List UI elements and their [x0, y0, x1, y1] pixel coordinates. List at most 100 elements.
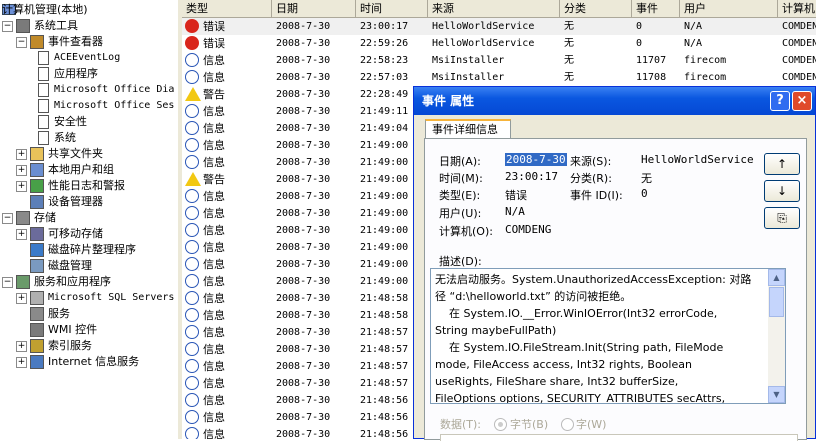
- column-header[interactable]: 分类: [560, 0, 632, 18]
- scroll-thumb[interactable]: [769, 287, 784, 317]
- expand-icon[interactable]: +: [16, 293, 27, 304]
- tree-item[interactable]: − 系统工具: [0, 18, 178, 34]
- tree-item[interactable]: 应用程序: [0, 66, 178, 82]
- cell-date: 2008-7-30: [276, 412, 331, 423]
- tree-root-label: 计算机管理(本地): [2, 3, 88, 16]
- tree-item[interactable]: + 本地用户和组: [0, 162, 178, 178]
- table-row[interactable]: 信息 2008-7-30 22:57:03 MsiInstaller 无 11708 fir…: [182, 69, 816, 86]
- tree-item[interactable]: Microsoft Office Dia: [0, 82, 178, 98]
- console-tree[interactable]: 计算机管理(本地) − 系统工具 − 事件查看器 ACEEventLog 应用程序 Micr…: [0, 0, 179, 439]
- tree-item[interactable]: 安全性: [0, 114, 178, 130]
- copy-button[interactable]: ⎘: [764, 207, 800, 229]
- tree-item[interactable]: + Internet 信息服务: [0, 354, 178, 370]
- tree-item[interactable]: 设备管理器: [0, 194, 178, 210]
- tree-item[interactable]: ACEEventLog: [0, 50, 178, 66]
- tree-item[interactable]: Microsoft Office Ses: [0, 98, 178, 114]
- time-value: 23:00:17: [505, 170, 558, 183]
- cell-date: 2008-7-30: [276, 259, 331, 270]
- cell-type: 信息: [203, 139, 225, 152]
- column-header[interactable]: 用户: [680, 0, 778, 18]
- info-icon: [185, 206, 199, 220]
- expand-icon[interactable]: +: [16, 341, 27, 352]
- column-header[interactable]: 来源: [428, 0, 560, 18]
- tree-item[interactable]: 磁盘碎片整理程序: [0, 242, 178, 258]
- cell-date: 2008-7-30: [276, 225, 331, 236]
- tree-item[interactable]: − 存储: [0, 210, 178, 226]
- error-icon: [185, 36, 199, 50]
- index-icon: [30, 339, 44, 353]
- tree-item[interactable]: 磁盘管理: [0, 258, 178, 274]
- log-icon: [38, 115, 49, 129]
- cell-date: 2008-7-30: [276, 140, 331, 151]
- cell-type: 信息: [203, 54, 225, 67]
- tree-item[interactable]: − 服务和应用程序: [0, 274, 178, 290]
- tree-item[interactable]: + Microsoft SQL Servers: [0, 290, 178, 306]
- expand-icon[interactable]: +: [16, 181, 27, 192]
- cell-time: 23:00:17: [360, 21, 409, 32]
- previous-event-button[interactable]: ↑: [764, 153, 800, 175]
- tree-item[interactable]: 系统: [0, 130, 178, 146]
- words-radio[interactable]: [561, 418, 574, 431]
- cell-type: 信息: [203, 326, 225, 339]
- expand-icon[interactable]: +: [16, 165, 27, 176]
- info-icon: [185, 121, 199, 135]
- column-header[interactable]: 类型: [182, 0, 272, 18]
- scroll-up-icon[interactable]: ▲: [768, 269, 785, 286]
- table-row[interactable]: 信息 2008-7-30 22:58:23 MsiInstaller 无 11707 fir…: [182, 52, 816, 69]
- tree-item-label: 磁盘管理: [48, 259, 92, 272]
- description-scrollbar[interactable]: ▲ ▼: [768, 269, 785, 403]
- description-textbox[interactable]: 无法启动服务。System.UnauthorizedAccessExceptio…: [430, 268, 786, 404]
- tree-item-label: 服务: [48, 307, 70, 320]
- tree-item-label: 设备管理器: [48, 195, 103, 208]
- expand-icon[interactable]: +: [16, 229, 27, 240]
- cell-type: 信息: [203, 190, 225, 203]
- table-row[interactable]: 错误 2008-7-30 22:59:26 HelloWorldService 无 0 N/…: [182, 35, 816, 52]
- removable-icon: [30, 227, 44, 241]
- cell-time: 22:58:23: [360, 55, 409, 66]
- tree-item-label: ACEEventLog: [54, 52, 121, 63]
- cell-time: 22:59:26: [360, 38, 409, 49]
- warning-icon: [185, 87, 201, 101]
- description-line: 在 System.IO.__Error.WinIOError(Int32 err…: [435, 307, 718, 320]
- expand-icon[interactable]: +: [16, 149, 27, 160]
- scroll-down-icon[interactable]: ▼: [768, 386, 785, 403]
- tab-event-details[interactable]: 事件详细信息: [425, 119, 511, 139]
- table-row[interactable]: 错误 2008-7-30 23:00:17 HelloWorldService 无 0 N/…: [182, 18, 816, 35]
- expand-icon[interactable]: +: [16, 357, 27, 368]
- collapse-icon[interactable]: −: [16, 37, 27, 48]
- cell-event: 0: [636, 38, 643, 49]
- tree-item[interactable]: + 索引服务: [0, 338, 178, 354]
- collapse-icon[interactable]: −: [2, 21, 13, 32]
- tree-item[interactable]: − 事件查看器: [0, 34, 178, 50]
- tree-item[interactable]: 服务: [0, 306, 178, 322]
- close-button[interactable]: ×: [792, 91, 812, 111]
- tree-item[interactable]: WMI 控件: [0, 322, 178, 338]
- column-header[interactable]: 事件: [632, 0, 680, 18]
- next-event-button[interactable]: ↓: [764, 180, 800, 202]
- cell-type: 信息: [203, 122, 225, 135]
- dialog-title-bar[interactable]: 事件 属性 ? ×: [414, 87, 815, 115]
- gear-icon: [30, 307, 44, 321]
- tree-item-label: 安全性: [54, 115, 87, 128]
- cell-type: 信息: [203, 343, 225, 356]
- cell-type: 信息: [203, 275, 225, 288]
- cell-type: 信息: [203, 224, 225, 237]
- date-value[interactable]: 2008-7-30: [505, 153, 567, 166]
- column-header[interactable]: 日期: [272, 0, 356, 18]
- column-header[interactable]: 时间: [356, 0, 428, 18]
- help-button[interactable]: ?: [770, 91, 790, 111]
- data-textbox[interactable]: [440, 434, 798, 441]
- cell-date: 2008-7-30: [276, 276, 331, 287]
- cell-type: 信息: [203, 292, 225, 305]
- info-icon: [185, 104, 199, 118]
- collapse-icon[interactable]: −: [2, 213, 13, 224]
- tree-item[interactable]: + 性能日志和警报: [0, 178, 178, 194]
- tree-item-label: 系统工具: [34, 19, 78, 32]
- collapse-icon[interactable]: −: [2, 277, 13, 288]
- tree-item[interactable]: + 可移动存储: [0, 226, 178, 242]
- tree-item[interactable]: + 共享文件夹: [0, 146, 178, 162]
- column-header[interactable]: 计算机: [778, 0, 816, 18]
- cell-date: 2008-7-30: [276, 208, 331, 219]
- cell-date: 2008-7-30: [276, 106, 331, 117]
- info-icon: [185, 308, 199, 322]
